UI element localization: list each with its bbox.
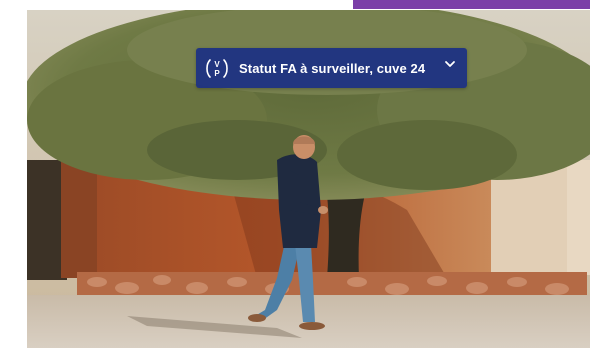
accent-bar [353, 0, 590, 9]
app-screen: V P Statut FA à surveiller, cuve 24 [0, 0, 590, 348]
chevron-down-icon[interactable] [443, 57, 457, 71]
status-notification[interactable]: V P Statut FA à surveiller, cuve 24 [196, 48, 467, 88]
wine-producer-badge-icon: V P [205, 54, 229, 82]
svg-text:V: V [214, 60, 220, 69]
svg-text:P: P [214, 69, 220, 78]
notification-text: Statut FA à surveiller, cuve 24 [239, 60, 426, 76]
